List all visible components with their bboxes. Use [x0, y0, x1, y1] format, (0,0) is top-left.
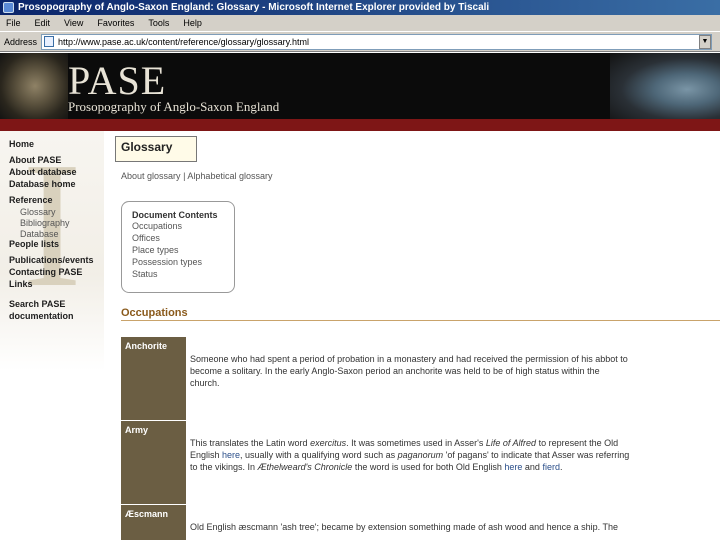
- page-icon: [44, 36, 55, 47]
- address-url: http://www.pase.ac.uk/content/reference/…: [58, 36, 309, 47]
- document-contents-title: Document Contents: [132, 210, 218, 220]
- text-run: , usually with a qualifying word such as: [240, 450, 398, 460]
- map-image: [610, 53, 720, 119]
- about-glossary-link[interactable]: About glossary: [121, 171, 181, 181]
- menu-view[interactable]: View: [64, 18, 83, 28]
- link-separator: |: [183, 171, 186, 181]
- table-row: Æscmann Old English æscmann 'ash tree'; …: [121, 504, 720, 540]
- work-title: Life of Alfred: [485, 438, 537, 448]
- text-run: This translates the Latin word: [190, 438, 311, 448]
- contents-link-status[interactable]: Status: [132, 268, 224, 280]
- definition-line: church.: [190, 378, 220, 388]
- document-contents: Document Contents Occupations Offices Pl…: [121, 201, 235, 293]
- here-link[interactable]: here: [222, 450, 240, 460]
- text-run: English: [190, 450, 223, 460]
- latin-term: exercitus: [310, 438, 347, 448]
- nav-people-lists[interactable]: People lists: [9, 239, 59, 249]
- contents-link-possession-types[interactable]: Possession types: [132, 256, 224, 268]
- term-cell: Anchorite: [121, 337, 186, 420]
- left-nav: I: [0, 131, 104, 540]
- nav-home[interactable]: Home: [9, 139, 34, 149]
- term-cell: Æscmann: [121, 505, 186, 540]
- section-heading: Occupations: [121, 307, 188, 319]
- section-divider: [121, 320, 720, 321]
- text-run: and: [522, 462, 543, 472]
- menu-help[interactable]: Help: [183, 18, 202, 28]
- term-cell: Army: [121, 421, 186, 504]
- menu-favorites[interactable]: Favorites: [97, 18, 134, 28]
- work-title: Æthelweard's Chronicle: [257, 462, 353, 472]
- nav-contacting-pase[interactable]: Contacting PASE: [9, 267, 82, 277]
- text-run: .: [559, 462, 563, 472]
- text-run: to the vikings. In: [190, 462, 258, 472]
- definition-line: to the vikings. In Æthelweard's Chronicl…: [190, 461, 720, 473]
- contents-link-offices[interactable]: Offices: [132, 232, 224, 244]
- manuscript-emblem: [0, 53, 68, 119]
- banner-stripe: [0, 119, 720, 131]
- window-title-bar: Prosopography of Anglo-Saxon England: Gl…: [0, 0, 720, 15]
- contents-link-place-types[interactable]: Place types: [132, 244, 224, 256]
- text-run: the word is used for both Old English: [352, 462, 505, 472]
- nav-about-pase[interactable]: About PASE: [9, 155, 61, 165]
- fierd-link[interactable]: fierd: [542, 462, 560, 472]
- nav-search-documentation[interactable]: Search PASE documentation: [9, 298, 89, 322]
- menu-bar: File Edit View Favorites Tools Help: [0, 15, 720, 31]
- menu-tools[interactable]: Tools: [148, 18, 169, 28]
- table-row: Army This translates the Latin word exer…: [121, 420, 720, 504]
- nav-database-home[interactable]: Database home: [9, 179, 76, 189]
- menu-edit[interactable]: Edit: [35, 18, 51, 28]
- text-run: . It was sometimes used in Asser's: [346, 438, 486, 448]
- nav-sub-glossary[interactable]: Glossary: [20, 207, 56, 217]
- glossary-links: About glossary | Alphabetical glossary: [121, 171, 272, 181]
- table-row: Anchorite Someone who had spent a period…: [121, 336, 720, 420]
- definition-line: Old English æscmann 'ash tree'; became b…: [190, 522, 619, 532]
- address-input[interactable]: http://www.pase.ac.uk/content/reference/…: [41, 33, 712, 50]
- definition-line: English here, usually with a qualifying …: [190, 449, 720, 461]
- nav-sub-bibliography[interactable]: Bibliography: [20, 218, 70, 228]
- definition-cell: Old English æscmann 'ash tree'; became b…: [190, 505, 720, 533]
- nav-reference[interactable]: Reference: [9, 195, 53, 205]
- definition-line: become a solitary. In the early Anglo-Sa…: [190, 366, 600, 376]
- brand-subtitle: Prosopography of Anglo-Saxon England: [68, 99, 280, 114]
- latin-term: paganorum: [397, 450, 444, 460]
- nav-links[interactable]: Links: [9, 279, 33, 289]
- definition-cell: This translates the Latin word exercitus…: [190, 421, 720, 473]
- contents-link-occupations[interactable]: Occupations: [132, 220, 224, 232]
- site-banner: PASE Prosopography of Anglo-Saxon Englan…: [0, 53, 720, 119]
- menu-file[interactable]: File: [6, 18, 21, 28]
- address-label: Address: [4, 36, 38, 47]
- address-bar: Address http://www.pase.ac.uk/content/re…: [0, 31, 720, 52]
- nav-about-database[interactable]: About database: [9, 167, 77, 177]
- text-run: 'of pagans' to indicate that Asser was r…: [443, 450, 630, 460]
- nav-publications-events[interactable]: Publications/events: [9, 255, 94, 265]
- brand-title[interactable]: PASE: [68, 57, 166, 104]
- text-run: to represent the Old: [536, 438, 619, 448]
- alphabetical-glossary-link[interactable]: Alphabetical glossary: [187, 171, 272, 181]
- nav-sub-database[interactable]: Database: [20, 229, 59, 239]
- page-title: Glossary: [121, 140, 173, 154]
- here-link[interactable]: here: [504, 462, 522, 472]
- window-title: Prosopography of Anglo-Saxon England: Gl…: [18, 2, 490, 13]
- definition-line: This translates the Latin word exercitus…: [190, 437, 720, 449]
- definition-cell: Someone who had spent a period of probat…: [190, 337, 720, 389]
- address-dropdown-icon[interactable]: ▼: [699, 34, 711, 49]
- ie-icon: [3, 2, 14, 13]
- definition-line: Someone who had spent a period of probat…: [190, 354, 628, 364]
